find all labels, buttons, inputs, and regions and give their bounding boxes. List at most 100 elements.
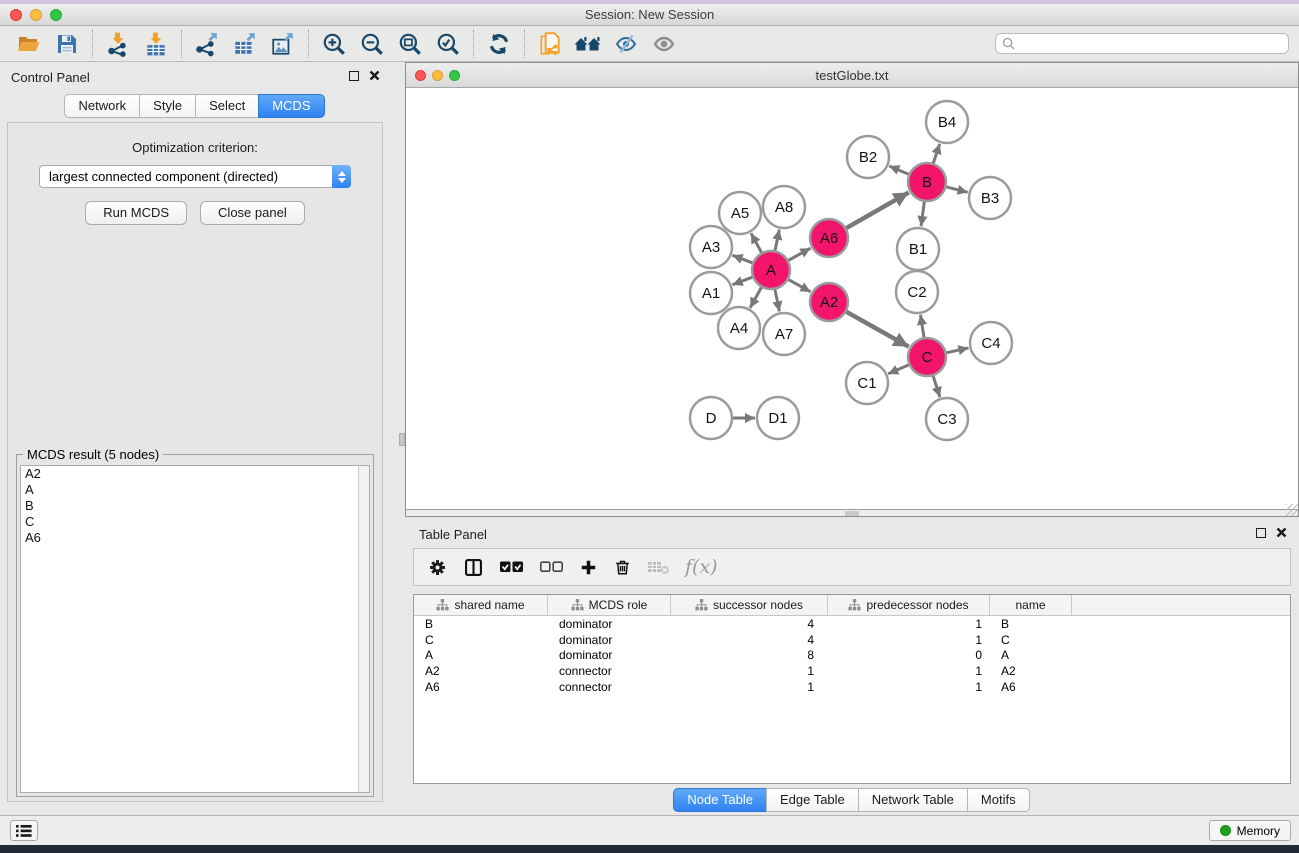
graph-node-C1[interactable]: C1: [846, 362, 888, 404]
graph-node-C2[interactable]: C2: [896, 271, 938, 313]
graph-node-A[interactable]: A: [752, 251, 790, 289]
tab-edge-table[interactable]: Edge Table: [766, 788, 859, 812]
graph-edge-B-B1[interactable]: [921, 201, 924, 226]
graph-node-A7[interactable]: A7: [763, 313, 805, 355]
mcds-result-item[interactable]: B: [21, 498, 369, 514]
graph-node-B2[interactable]: B2: [847, 136, 889, 178]
network-canvas[interactable]: B4 B2 B B3 A5A8A6 B1 A3 A C2 A1 A2 A4A7 C4 C C1 C3 D D1: [406, 88, 1298, 509]
graph-edge-C-C3[interactable]: [933, 375, 940, 397]
graph-node-A6[interactable]: A6: [810, 219, 848, 257]
import-table-button[interactable]: [137, 28, 175, 60]
toggle-columns-button[interactable]: [463, 557, 484, 578]
delete-rows-button[interactable]: [613, 557, 632, 577]
resize-grip[interactable]: [1286, 504, 1298, 516]
export-table-button[interactable]: [226, 28, 264, 60]
graph-node-B4[interactable]: B4: [926, 101, 968, 143]
search-input[interactable]: [1019, 36, 1282, 51]
graph-edge-A-A8[interactable]: [775, 230, 780, 252]
graph-node-B1[interactable]: B1: [897, 228, 939, 270]
graph-edge-A-A2[interactable]: [788, 279, 811, 292]
network-graph[interactable]: B4 B2 B B3 A5A8A6 B1 A3 A C2 A1 A2 A4A7 C4 C C1 C3 D D1: [406, 88, 1298, 509]
table-row[interactable]: A2connector11A2: [414, 663, 1290, 679]
open-session-button[interactable]: [10, 28, 48, 60]
graph-edge-A-A6[interactable]: [788, 248, 811, 261]
hide-graphics-details-button[interactable]: [607, 28, 645, 60]
graph-edge-B-B2[interactable]: [889, 166, 909, 175]
graph-node-C3[interactable]: C3: [926, 398, 968, 440]
column-header[interactable]: successor nodes: [671, 595, 828, 615]
graph-edge-B-B4[interactable]: [933, 144, 940, 164]
close-panel-button[interactable]: Close panel: [200, 201, 305, 225]
network-hscrollbar[interactable]: [406, 509, 1298, 516]
close-panel-icon[interactable]: [369, 70, 380, 81]
graph-node-A1[interactable]: A1: [690, 272, 732, 314]
column-header[interactable]: shared name: [414, 595, 548, 615]
graph-edge-A-A7[interactable]: [775, 289, 780, 312]
column-header[interactable]: name: [990, 595, 1072, 615]
show-panels-button[interactable]: [10, 820, 38, 841]
select-all-button[interactable]: [499, 559, 524, 575]
column-header[interactable]: predecessor nodes: [828, 595, 990, 615]
search-field[interactable]: [995, 33, 1289, 54]
export-image-button[interactable]: [264, 28, 302, 60]
memory-button[interactable]: Memory: [1209, 820, 1291, 841]
tab-network-table[interactable]: Network Table: [858, 788, 968, 812]
column-header[interactable]: MCDS role: [548, 595, 671, 615]
show-graphics-details-button[interactable]: [645, 28, 683, 60]
tab-select[interactable]: Select: [195, 94, 259, 118]
new-network-from-file-button[interactable]: [531, 28, 569, 60]
tab-motifs[interactable]: Motifs: [967, 788, 1030, 812]
add-row-button[interactable]: [579, 558, 598, 577]
graph-node-A3[interactable]: A3: [690, 226, 732, 268]
graph-edge-C-C2[interactable]: [920, 315, 924, 338]
mcds-result-item[interactable]: A2: [21, 466, 369, 482]
graph-node-C4[interactable]: C4: [970, 322, 1012, 364]
graph-edge-B-B3[interactable]: [945, 187, 967, 193]
graph-node-C[interactable]: C: [908, 338, 946, 376]
graph-node-B3[interactable]: B3: [969, 177, 1011, 219]
graph-edge-C-C1[interactable]: [888, 365, 909, 374]
criterion-dropdown[interactable]: largest connected component (directed): [39, 165, 351, 188]
zoom-selected-button[interactable]: [429, 28, 467, 60]
graph-node-A8[interactable]: A8: [763, 186, 805, 228]
hscroll-thumb[interactable]: [845, 511, 859, 516]
table-row[interactable]: A6connector11A6: [414, 679, 1290, 695]
refresh-layout-button[interactable]: [480, 28, 518, 60]
graph-node-D[interactable]: D: [690, 397, 732, 439]
mcds-result-item[interactable]: A6: [21, 530, 369, 546]
graph-node-D1[interactable]: D1: [757, 397, 799, 439]
graph-edge-A-A3[interactable]: [732, 255, 753, 263]
graph-node-A2[interactable]: A2: [810, 283, 848, 321]
table-settings-button[interactable]: [427, 557, 448, 578]
graph-node-B[interactable]: B: [908, 163, 946, 201]
graph-node-A4[interactable]: A4: [718, 307, 760, 349]
mcds-result-item[interactable]: C: [21, 514, 369, 530]
tab-mcds[interactable]: MCDS: [258, 94, 324, 118]
tab-style[interactable]: Style: [139, 94, 196, 118]
zoom-out-button[interactable]: [353, 28, 391, 60]
run-mcds-button[interactable]: Run MCDS: [85, 201, 187, 225]
graph-edge-A-A4[interactable]: [750, 287, 762, 308]
zoom-fit-button[interactable]: [391, 28, 429, 60]
table-row[interactable]: Adominator80A: [414, 647, 1290, 663]
save-session-button[interactable]: [48, 28, 86, 60]
float-panel-icon[interactable]: [349, 71, 359, 81]
result-scrollbar[interactable]: [358, 466, 369, 792]
export-network-button[interactable]: [188, 28, 226, 60]
graph-edge-C-C4[interactable]: [946, 348, 969, 353]
graph-node-A5[interactable]: A5: [719, 192, 761, 234]
close-table-panel-icon[interactable]: [1276, 527, 1287, 538]
float-table-panel-icon[interactable]: [1256, 528, 1266, 538]
network-window-titlebar[interactable]: testGlobe.txt: [406, 63, 1298, 88]
table-row[interactable]: Cdominator41C: [414, 632, 1290, 648]
table-row[interactable]: Bdominator41B: [414, 616, 1290, 632]
graph-edge-A2-C[interactable]: [846, 311, 909, 346]
graph-edge-A-A5[interactable]: [751, 233, 762, 253]
mcds-result-item[interactable]: A: [21, 482, 369, 498]
graph-edge-A6-B[interactable]: [845, 192, 908, 228]
zoom-in-button[interactable]: [315, 28, 353, 60]
home-button[interactable]: [569, 28, 607, 60]
import-network-button[interactable]: [99, 28, 137, 60]
graph-edge-A-A1[interactable]: [732, 277, 753, 285]
deselect-all-button[interactable]: [539, 559, 564, 575]
